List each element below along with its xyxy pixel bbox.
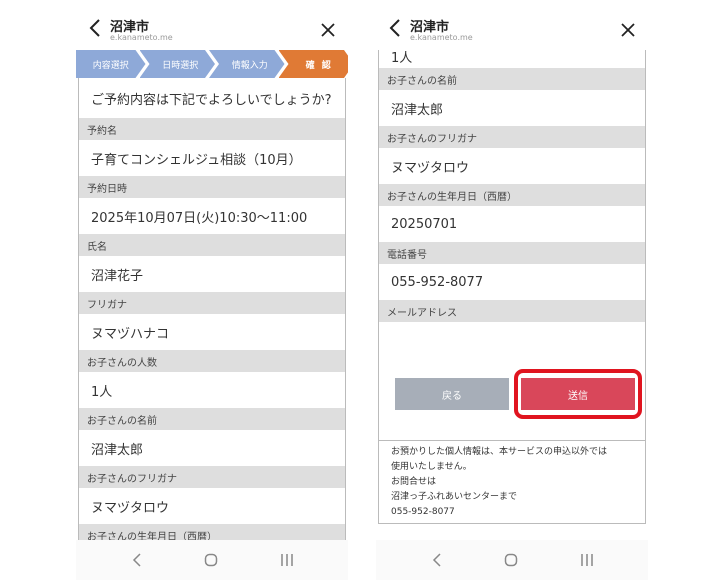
app-header: 沼津市 e.kanameto.me (376, 0, 648, 50)
back-button[interactable]: 戻る (395, 378, 509, 410)
value-child-furigana: ヌマヅタロウ (379, 148, 645, 184)
step-info-input: 情報入力 (209, 50, 285, 78)
value-email (379, 322, 645, 358)
label-furigana: フリガナ (79, 292, 345, 314)
notice-line: 沼津っ子ふれあいセンターまで (391, 492, 518, 502)
value-child-count: 1人 (79, 372, 345, 408)
app-header: 沼津市 e.kanameto.me (76, 0, 348, 50)
send-button-highlight (514, 369, 642, 419)
label-reservation-name: 予約名 (79, 118, 345, 140)
value-child-name: 沼津太郎 (79, 430, 345, 466)
label-child-name: お子さんの名前 (79, 408, 345, 430)
back-arrow-icon[interactable] (88, 18, 102, 38)
notice-line: お問合せは (391, 477, 437, 487)
value-child-name: 沼津太郎 (379, 90, 645, 126)
confirm-form: 1人 お子さんの名前 沼津太郎 お子さんのフリガナ ヌマヅタロウ お子さんの生年… (378, 50, 646, 458)
label-child-furigana: お子さんのフリガナ (79, 466, 345, 488)
label-child-birthdate: お子さんの生年月日（西暦） (79, 524, 345, 540)
value-phone: 055-952-8077 (379, 264, 645, 300)
notice-phone: 055-952-8077 (391, 507, 455, 517)
label-child-birthdate: お子さんの生年月日（西暦） (379, 184, 645, 206)
step-content-select: 内容選択 (76, 50, 146, 78)
privacy-notice: お預かりした個人情報は、本サービスの申込以外では 使用いたしません。 お問合せは… (378, 440, 646, 524)
phone-screen-left: 沼津市 e.kanameto.me 内容選択 日時選択 情報入力 確 認 ご予約… (76, 0, 348, 580)
label-reservation-datetime: 予約日時 (79, 176, 345, 198)
progress-steps: 内容選択 日時選択 情報入力 確 認 (76, 50, 348, 78)
step-confirm: 確 認 (279, 50, 349, 78)
value-child-birthdate: 20250701 (379, 206, 645, 242)
nav-home-icon[interactable] (504, 553, 518, 567)
nav-recent-apps-icon[interactable] (580, 553, 594, 567)
phone-screen-right: 沼津市 e.kanameto.me 1人 お子さんの名前 沼津太郎 お子さんのフ… (376, 0, 648, 580)
nav-back-icon[interactable] (132, 552, 142, 568)
label-child-count: お子さんの人数 (79, 350, 345, 372)
label-child-name: お子さんの名前 (379, 68, 645, 90)
step-datetime-select: 日時選択 (140, 50, 216, 78)
close-icon[interactable] (620, 22, 636, 38)
system-nav-bar (76, 540, 348, 580)
site-url: e.kanameto.me (410, 33, 473, 42)
system-nav-bar (376, 540, 648, 580)
value-child-furigana: ヌマヅタロウ (79, 488, 345, 524)
value-furigana: ヌマヅハナコ (79, 314, 345, 350)
close-icon[interactable] (320, 22, 336, 38)
value-name: 沼津花子 (79, 256, 345, 292)
site-url: e.kanameto.me (110, 33, 173, 42)
back-arrow-icon[interactable] (388, 18, 402, 38)
label-phone: 電話番号 (379, 242, 645, 264)
value-reservation-datetime: 2025年10月07日(火)10:30〜11:00 (79, 198, 345, 234)
confirm-content-scrolled: 1人 お子さんの名前 沼津太郎 お子さんのフリガナ ヌマヅタロウ お子さんの生年… (376, 50, 648, 540)
nav-home-icon[interactable] (204, 553, 218, 567)
confirm-question: ご予約内容は下記でよろしいでしょうか? (79, 78, 345, 118)
label-email: メールアドレス (379, 300, 645, 322)
confirm-content: 内容選択 日時選択 情報入力 確 認 ご予約内容は下記でよろしいでしょうか? 予… (76, 50, 348, 540)
nav-back-icon[interactable] (432, 552, 442, 568)
nav-recent-apps-icon[interactable] (280, 553, 294, 567)
notice-line: 使用いたしません。 (391, 462, 472, 472)
value-child-count: 1人 (379, 50, 645, 68)
label-name: 氏名 (79, 234, 345, 256)
label-child-furigana: お子さんのフリガナ (379, 126, 645, 148)
confirm-form: ご予約内容は下記でよろしいでしょうか? 予約名 子育てコンシェルジュ相談（10月… (78, 78, 346, 540)
notice-line: お預かりした個人情報は、本サービスの申込以外では (391, 447, 608, 457)
value-reservation-name: 子育てコンシェルジュ相談（10月） (79, 140, 345, 176)
